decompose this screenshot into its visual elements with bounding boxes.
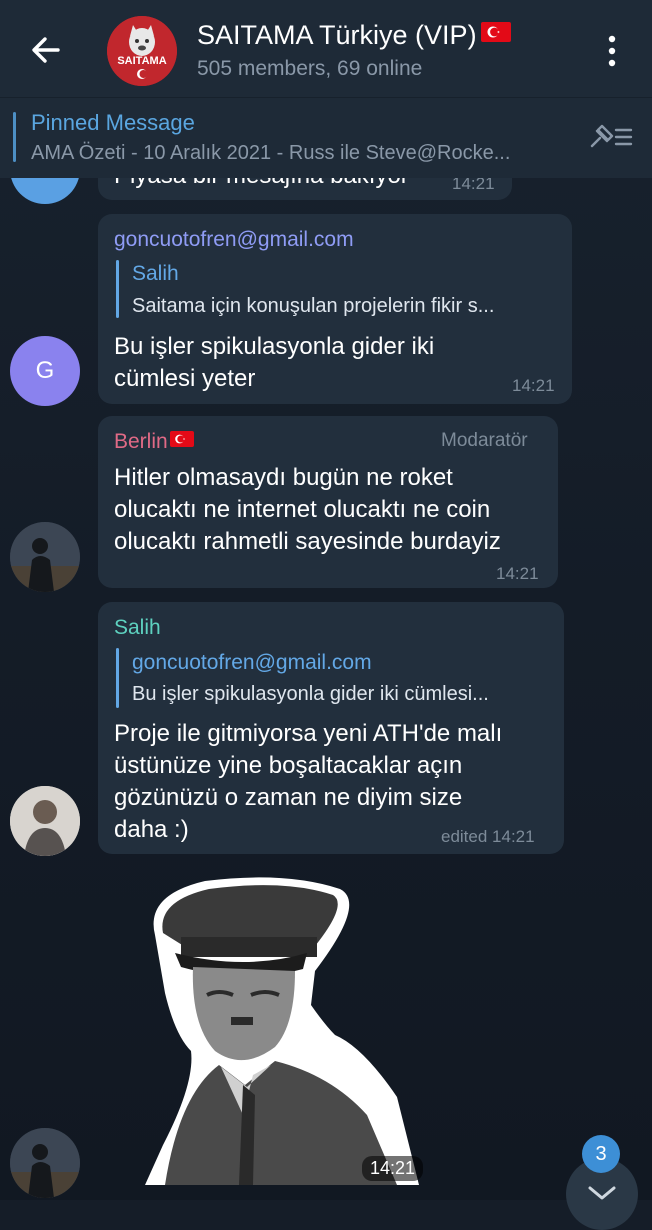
unpin-button-overlay [588, 120, 634, 157]
reply-preview[interactable]: Bu işler spikulasyonla gider iki cümlesi… [132, 683, 489, 706]
group-avatar-label: SAITAMA [117, 55, 167, 67]
more-vertical-icon [608, 35, 616, 67]
avatar[interactable] [10, 522, 80, 592]
sender-name[interactable]: Salih [114, 616, 161, 640]
pinned-title: Pinned Message [31, 110, 195, 135]
admin-role-badge: Modaratör [441, 430, 528, 451]
user-photo-icon [10, 1128, 80, 1198]
message-bubble[interactable]: Berlin Modaratör Hitler olmasaydı bugün … [98, 416, 558, 588]
reply-sender[interactable]: Salih [132, 262, 179, 286]
message-time: edited 14:21 [441, 827, 535, 846]
message-bubble[interactable]: Salih goncuotofren@gmail.com Bu işler sp… [98, 602, 564, 854]
avatar[interactable] [10, 1128, 80, 1198]
sender-name[interactable]: goncuotofren@gmail.com [114, 228, 354, 252]
saitama-logo-icon [107, 16, 177, 86]
chat-header: SAITAMA SAITAMA Türkiye (VIP) 505 member… [0, 0, 652, 97]
chat-title-text: SAITAMA Türkiye (VIP) [197, 20, 477, 50]
avatar[interactable] [10, 134, 80, 204]
message-text: Piyasa bir mesajına bakıyor [114, 162, 409, 189]
avatar-initial: G [35, 357, 55, 384]
chat-member-count: 505 members, 69 online [197, 57, 423, 80]
message-time: 14:21 [496, 564, 539, 583]
reply-indicator [116, 260, 119, 318]
avatar[interactable]: G [10, 336, 80, 406]
sticker-image[interactable] [135, 875, 420, 1185]
sender-name[interactable]: Berlin [114, 430, 194, 454]
message-bubble[interactable]: goncuotofren@gmail.com Salih Saitama içi… [98, 214, 572, 404]
user-photo-icon [10, 786, 80, 856]
unread-count-badge: 3 [582, 1135, 620, 1173]
sticker-portrait-icon [145, 877, 419, 1185]
avatar[interactable] [10, 786, 80, 856]
back-button[interactable] [28, 32, 64, 68]
user-photo-icon [10, 522, 80, 592]
message-text: Hitler olmasaydı bugün ne roket olucaktı… [114, 464, 501, 555]
reply-sender[interactable]: goncuotofren@gmail.com [132, 651, 372, 675]
reply-preview[interactable]: Saitama için konuşulan projelerin fikir … [132, 295, 494, 318]
reply-indicator [116, 648, 119, 708]
sticker-time: 14:21 [362, 1156, 424, 1181]
message-time: 14:21 [512, 376, 555, 395]
sender-name-text: Berlin [114, 430, 168, 453]
turkey-flag-icon [480, 22, 511, 42]
arrow-left-icon [32, 37, 60, 63]
pin-list-icon [590, 124, 633, 148]
chat-title[interactable]: SAITAMA Türkiye (VIP) [197, 20, 511, 51]
turkey-flag-icon [169, 431, 194, 447]
message-text: Bu işler spikulasyonla gider iki cümlesi… [114, 333, 435, 392]
message-bubble[interactable]: Piyasa bir mesajına bakıyor 14:21 [98, 140, 512, 200]
group-avatar[interactable]: SAITAMA [107, 16, 177, 86]
more-menu-button[interactable] [600, 34, 624, 68]
message-time: 14:21 [452, 174, 495, 193]
